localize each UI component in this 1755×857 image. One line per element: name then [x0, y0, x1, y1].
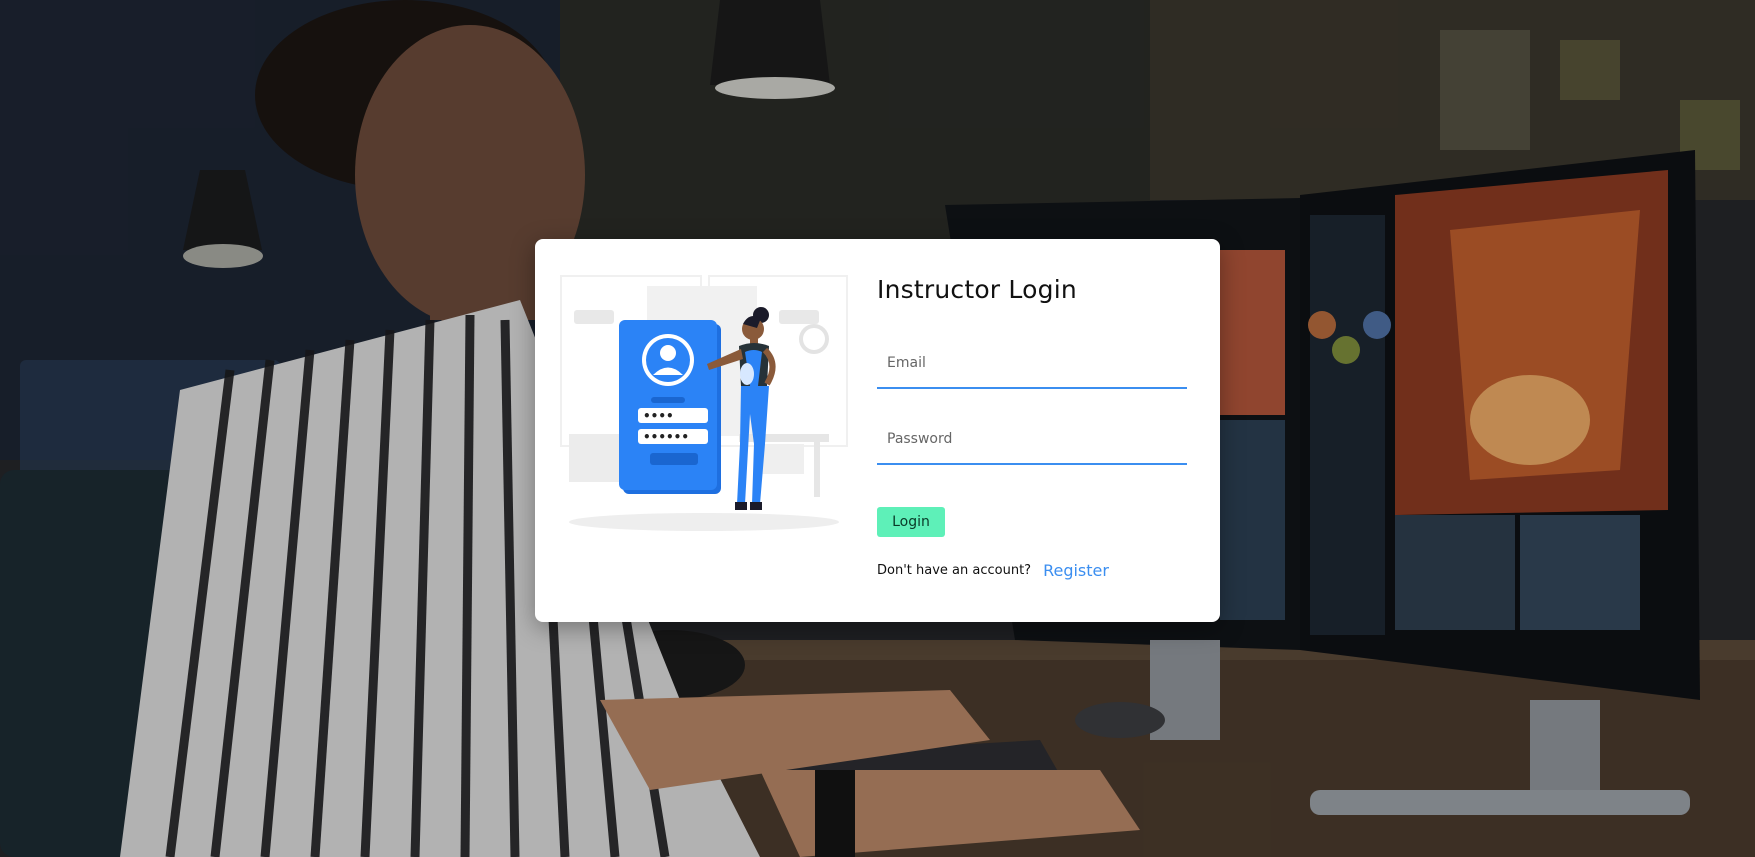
login-card: •••• •••••• Instructor Login Log	[535, 239, 1220, 622]
email-input[interactable]	[877, 343, 1187, 383]
login-illustration: •••• ••••••	[559, 274, 849, 534]
no-account-text: Don't have an account?	[877, 563, 1032, 578]
email-field-wrapper	[877, 343, 1187, 389]
register-link[interactable]: Register	[1043, 561, 1109, 580]
svg-text:••••••: ••••••	[643, 430, 689, 444]
password-input[interactable]	[877, 419, 1187, 459]
login-button[interactable]: Login	[877, 507, 945, 537]
password-field-wrapper	[877, 419, 1187, 465]
login-form: Instructor Login Login Don't have an acc…	[877, 239, 1197, 622]
page-title: Instructor Login	[877, 275, 1077, 304]
register-prompt: Don't have an account? Register	[877, 561, 1109, 580]
svg-text:••••: ••••	[643, 409, 674, 423]
